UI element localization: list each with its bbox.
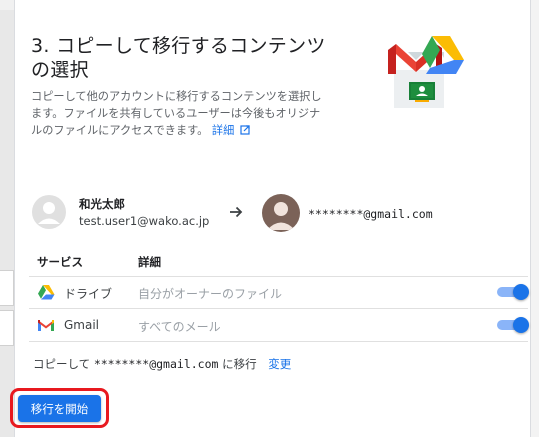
migration-panel: 3. コピーして移行するコンテンツの選択 コピーして他のアカウントに移行するコン… [14,0,531,437]
source-account-email: test.user1@wako.ac.jp [79,214,210,228]
toggle-knob [513,284,529,300]
details-link[interactable]: 詳細 [212,124,234,137]
open-in-new-icon[interactable] [240,125,250,135]
section-description: コピーして他のアカウントに移行するコンテンツを選択します。ファイルを共有している… [31,88,331,139]
source-account-name: 和光太郎 [79,197,125,211]
service-label-drive: ドライブ [64,287,113,301]
summary-prefix: コピーして [33,357,91,371]
background-left-box [0,270,14,306]
destination-account-email: ********@gmail.com [308,207,433,221]
description-text: コピーして他のアカウントに移行するコンテンツを選択します。ファイルを共有している… [31,90,322,137]
gmail-icon [38,319,54,331]
table-divider [29,341,528,342]
column-header-detail: 詳細 [138,255,161,269]
column-header-service: サービス [37,255,83,269]
drive-toggle[interactable] [497,284,529,300]
arrow-right-icon [230,206,243,218]
background-right-strip [531,0,539,437]
google-workspace-logo-icon [380,30,465,115]
summary-suffix: に移行 [222,357,257,371]
google-drive-icon [38,285,55,300]
table-divider [29,308,528,309]
destination-avatar [262,194,300,232]
change-link[interactable]: 変更 [268,357,291,371]
table-divider [29,276,528,277]
migration-summary: コピーして ********@gmail.com に移行 変更 [33,356,291,372]
service-detail-drive: 自分がオーナーのファイル [138,287,283,301]
start-migration-button[interactable]: 移行を開始 [18,395,101,422]
service-detail-gmail: すべてのメール [138,320,221,334]
background-left-box [0,310,14,346]
section-title: 3. コピーして移行するコンテンツの選択 [31,35,326,81]
toggle-knob [513,317,529,333]
summary-email: ********@gmail.com [93,357,219,371]
gmail-toggle[interactable] [497,317,529,333]
service-label-gmail: Gmail [64,318,100,332]
source-avatar [32,195,66,229]
